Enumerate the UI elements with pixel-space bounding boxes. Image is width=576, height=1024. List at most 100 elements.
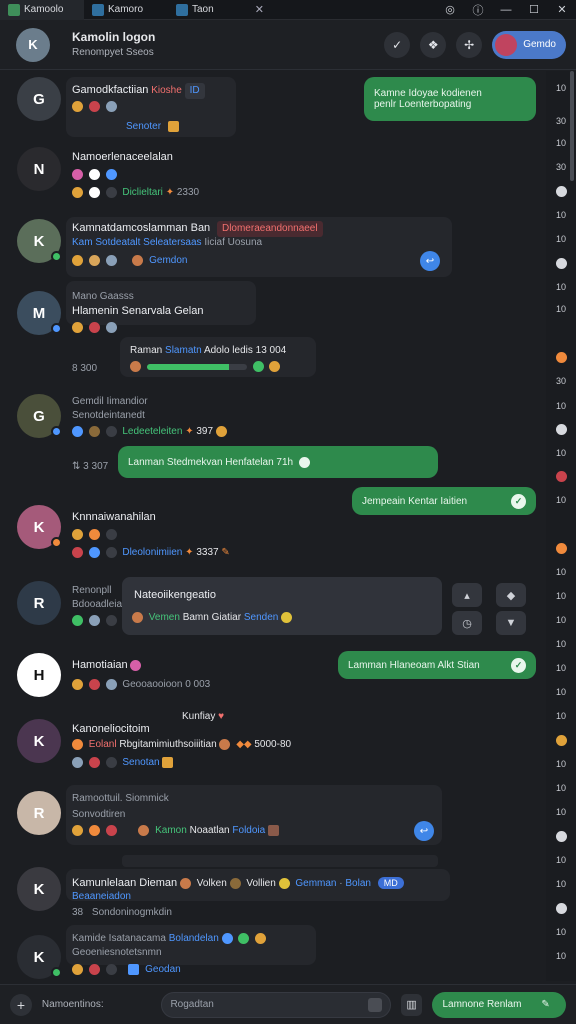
heart-icon[interactable]: ♥ [218, 711, 224, 722]
emoji-icon[interactable] [88, 322, 100, 333]
mention-link[interactable]: Gemman [295, 878, 336, 889]
window-tab[interactable]: Taon ✕ [168, 0, 272, 20]
rail-dot-icon[interactable] [546, 186, 576, 199]
rail-marker[interactable]: 10 [546, 567, 576, 577]
window-tab[interactable]: Kamoro [84, 0, 168, 20]
avatar[interactable]: M [17, 291, 62, 335]
rail-dot-icon[interactable] [546, 903, 576, 916]
outgoing-bubble[interactable]: Kamne Idoyae kodienen penlr Loenterbopat… [364, 77, 536, 121]
emoji-icon[interactable] [72, 825, 83, 836]
outgoing-bubble[interactable]: Jempeain Kentar Iaitien ✓ [352, 487, 536, 515]
avatar[interactable]: R [17, 791, 61, 835]
close-tab-icon[interactable]: ✕ [255, 3, 264, 16]
message-label[interactable]: Gemdon [149, 255, 187, 266]
emoji-icon[interactable] [88, 529, 100, 540]
rail-marker[interactable]: 10 [546, 401, 576, 411]
rail-marker[interactable]: 30 [546, 376, 576, 386]
emoji-icon[interactable] [72, 679, 83, 690]
rail-dot-icon[interactable] [546, 471, 576, 484]
rail-marker[interactable]: 30 [546, 162, 576, 172]
avatar[interactable]: K [17, 719, 61, 763]
sender-name[interactable]: Gemdil Iimandior [72, 396, 148, 407]
rail-marker[interactable]: 10 [546, 927, 576, 937]
avatar[interactable]: K [17, 935, 62, 979]
message-label[interactable]: Senotan [122, 757, 159, 768]
pencil-icon[interactable]: ✎ [221, 547, 229, 558]
rail-marker[interactable]: 10 [546, 83, 576, 93]
rail-marker[interactable]: 10 [546, 663, 576, 673]
search-input[interactable]: Rogadtan [161, 991, 391, 1018]
emoji-icon[interactable] [72, 964, 83, 975]
avatar[interactable]: R [17, 581, 61, 625]
sender-name[interactable]: Namoerlenaceelalan [72, 151, 173, 163]
emoji-icon[interactable] [105, 757, 117, 768]
emoji-icon[interactable] [88, 757, 100, 768]
share-icon[interactable]: ⇅ [72, 461, 80, 472]
emoji-icon[interactable] [88, 101, 100, 112]
rail-marker[interactable]: 10 [546, 639, 576, 649]
reply-icon[interactable]: ↩ [420, 251, 440, 271]
emoji-icon[interactable] [72, 615, 83, 626]
reply-icon[interactable]: ↩ [414, 821, 434, 841]
emoji-icon[interactable] [88, 426, 100, 437]
emoji-icon[interactable] [105, 615, 117, 626]
rail-dot-icon[interactable] [546, 543, 576, 556]
subtitle-link[interactable]: Kam Sotdeatalt Seleatersaas [72, 237, 202, 248]
rail-marker[interactable]: 10 [546, 711, 576, 721]
emoji-icon[interactable] [105, 964, 117, 975]
emoji-icon[interactable] [105, 529, 117, 540]
rail-marker[interactable]: 10 [546, 495, 576, 505]
rail-dot-icon[interactable] [546, 831, 576, 844]
sender-name[interactable]: Kamnatdamcoslamman Ban [72, 222, 210, 234]
rail-marker[interactable]: 10 [546, 855, 576, 865]
sender-name[interactable]: Ramoottuil. Siommick [72, 793, 169, 804]
rail-marker[interactable]: 10 [546, 234, 576, 244]
rail-dot-icon[interactable] [546, 735, 576, 748]
add-icon[interactable]: + [10, 993, 32, 1016]
emoji-icon[interactable] [105, 679, 117, 690]
clock-icon[interactable]: ◷ [452, 611, 482, 635]
emoji-icon[interactable] [72, 322, 83, 333]
avatar[interactable]: N [17, 147, 61, 191]
sender-name[interactable]: Knnnaiwanahilan [72, 511, 156, 523]
mention-link[interactable]: Bolandelan [169, 933, 219, 944]
message-label[interactable]: Geodan [145, 964, 181, 975]
avatar[interactable]: G [17, 77, 61, 121]
rail-marker[interactable]: 10 [546, 783, 576, 793]
save-icon[interactable]: ▼ [496, 611, 526, 635]
message-list[interactable]: G Gamodkfactiian Kioshe ID Senoter Kamne… [0, 71, 546, 981]
avatar[interactable]: K [17, 867, 61, 911]
rail-marker[interactable]: 10 [546, 951, 576, 961]
emoji-icon[interactable] [88, 679, 100, 690]
profile-button[interactable]: Gemdo [492, 30, 566, 59]
emoji-icon[interactable] [88, 964, 100, 975]
sender-name[interactable]: Mano Gaasss [72, 291, 134, 302]
rail-marker[interactable]: 10 [546, 759, 576, 769]
sender-name[interactable]: Hamotiaian [72, 659, 128, 671]
sender-name[interactable]: Gamodkfactiian [72, 84, 148, 96]
mention-link[interactable]: Bolan [345, 878, 371, 889]
avatar[interactable]: K [16, 27, 50, 62]
emoji-icon[interactable] [88, 825, 100, 836]
rail-marker[interactable]: 10 [546, 807, 576, 817]
sparkle-icon[interactable]: ✢ [456, 31, 483, 58]
avatar[interactable]: H [17, 653, 61, 697]
rail-marker[interactable]: 10 [546, 879, 576, 889]
message-card[interactable] [122, 577, 442, 635]
rail-marker[interactable]: 10 [546, 591, 576, 601]
emoji-icon[interactable] [72, 169, 83, 180]
emoji-icon[interactable] [88, 255, 100, 266]
rail-dot-icon[interactable] [546, 352, 576, 365]
rail-marker[interactable]: 10 [546, 282, 576, 292]
emoji-icon[interactable] [72, 255, 83, 266]
record-icon[interactable]: ◎ [436, 0, 464, 20]
emoji-icon[interactable] [88, 169, 100, 180]
minimize-icon[interactable]: — [492, 0, 520, 20]
sender-name[interactable]: Kamunlelaan Dieman [72, 877, 177, 889]
emoji-icon[interactable] [105, 825, 117, 836]
emoji-icon[interactable] [88, 615, 100, 626]
sender-name[interactable]: Renonpll [72, 585, 111, 596]
emoji-icon[interactable] [105, 101, 117, 112]
rail-marker[interactable]: 10 [546, 304, 576, 314]
emoji-icon[interactable] [72, 426, 83, 437]
